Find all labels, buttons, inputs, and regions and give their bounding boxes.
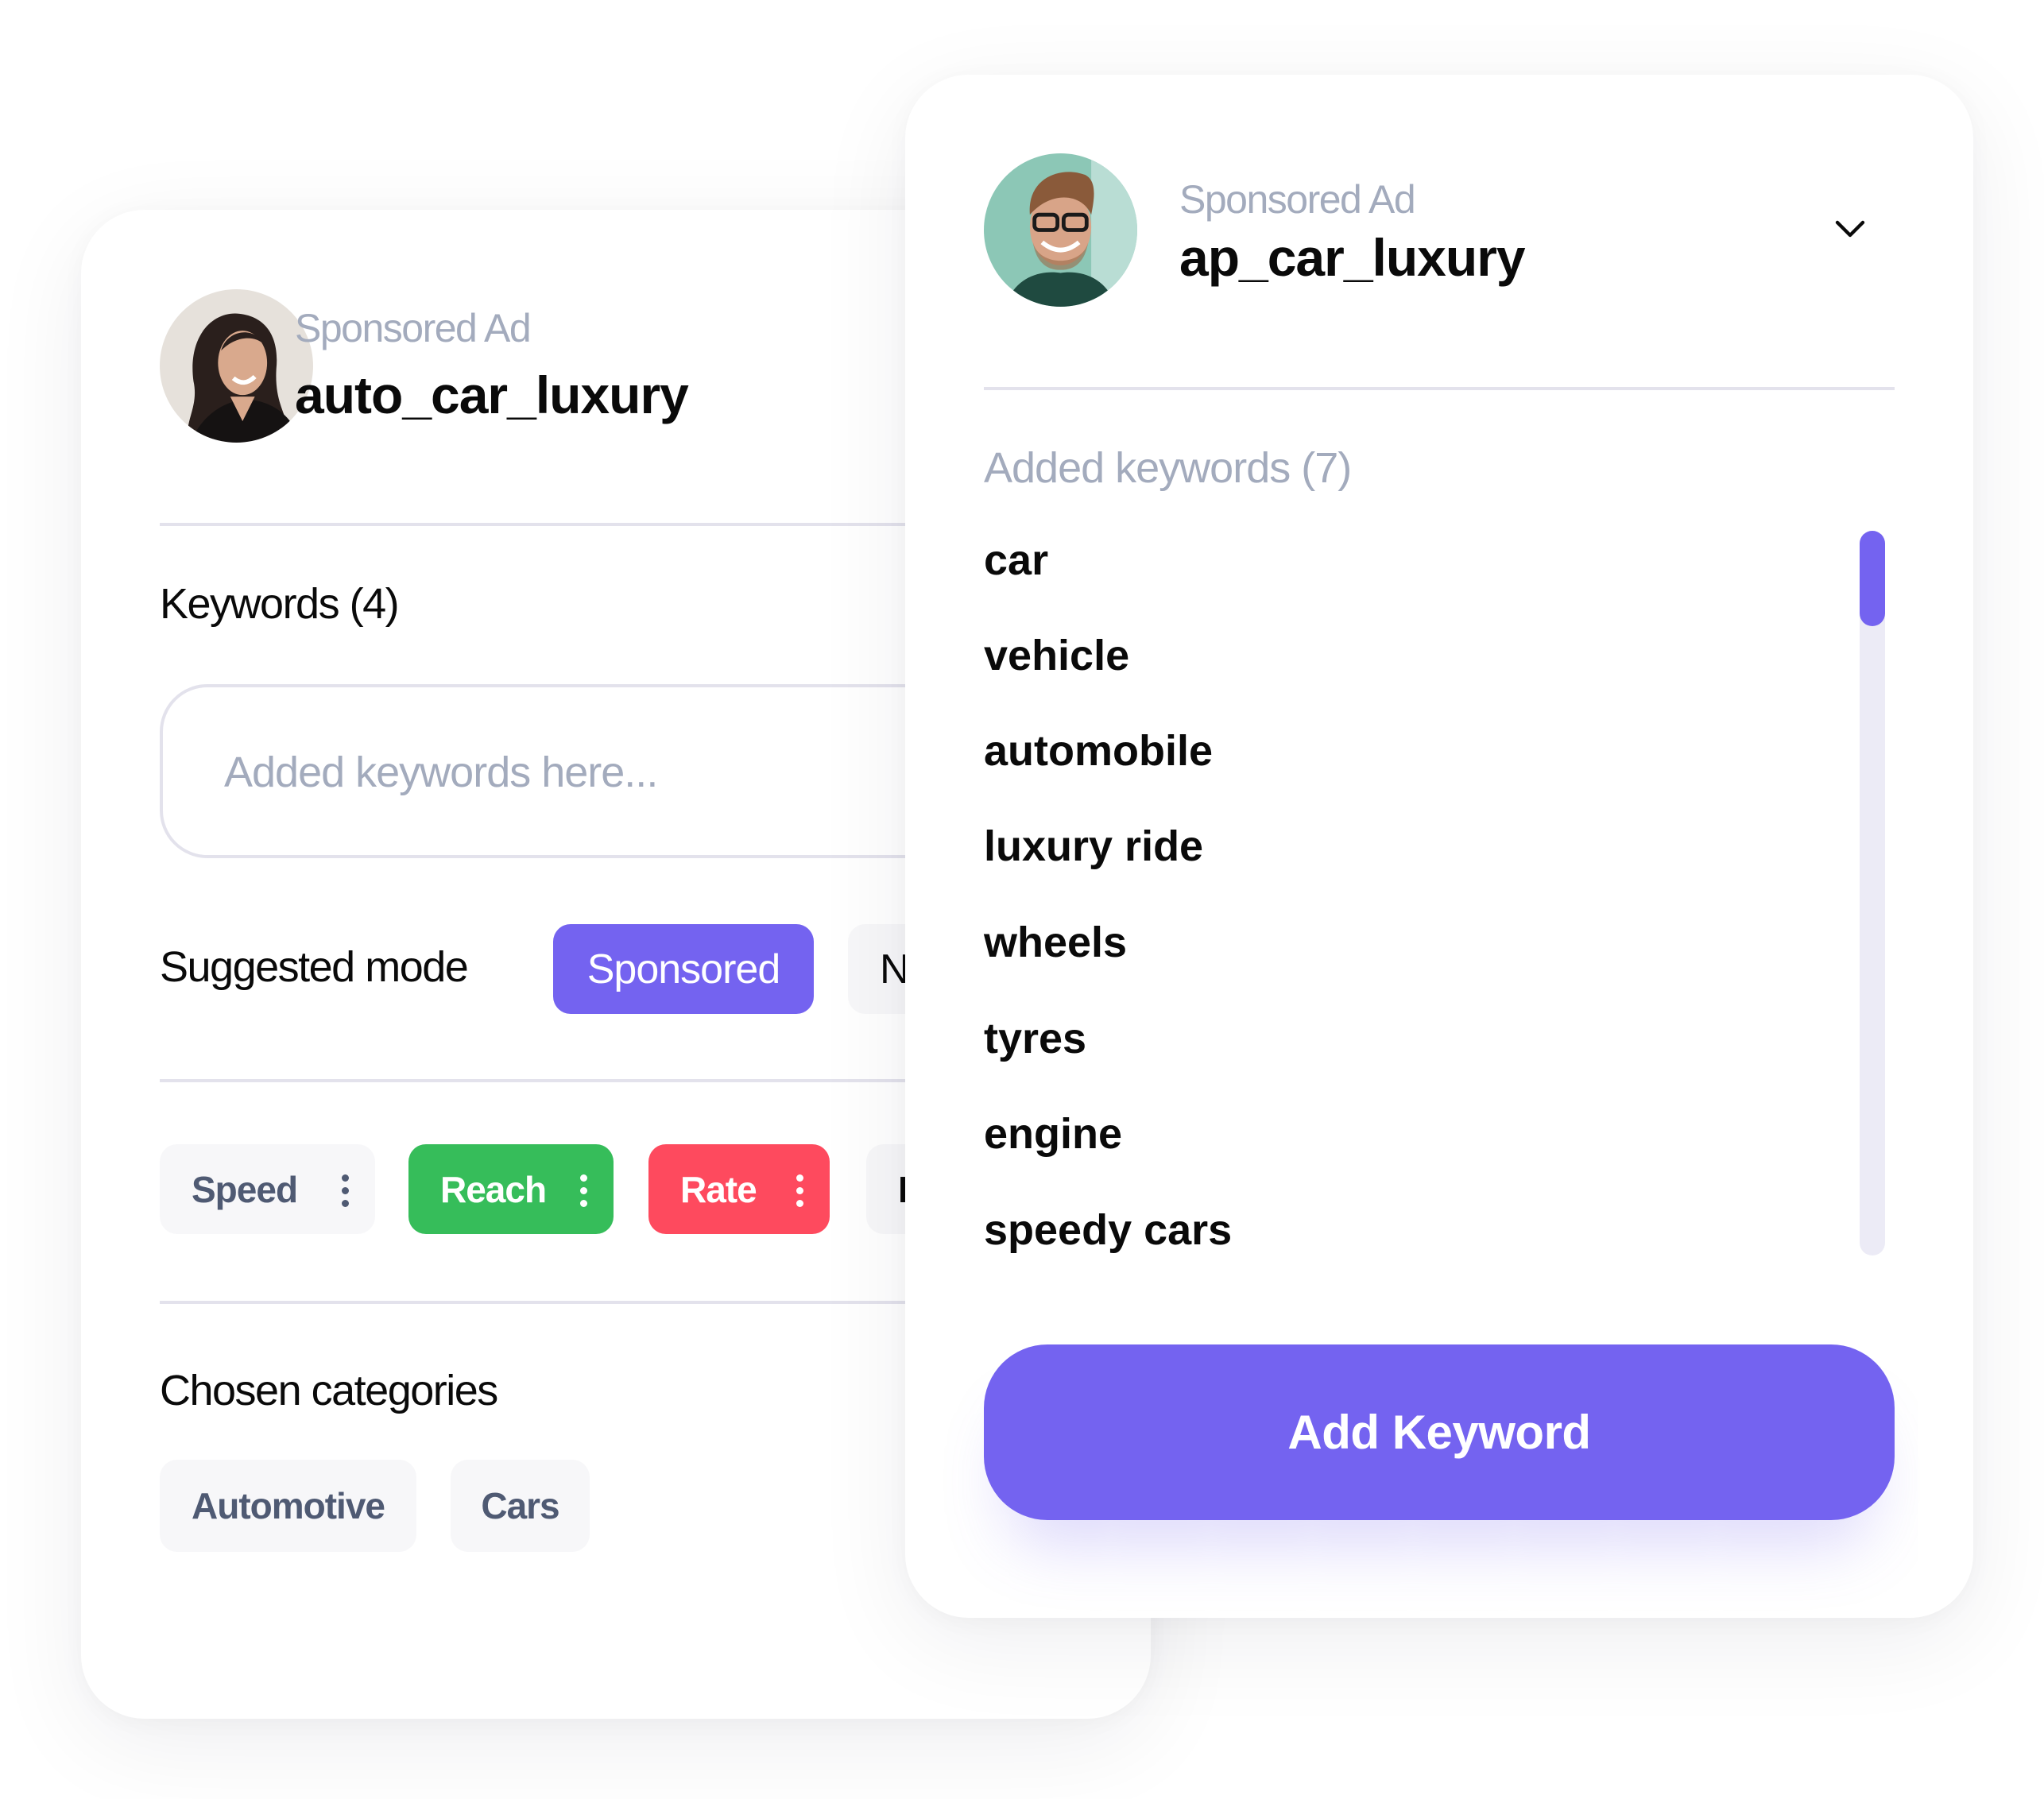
divider xyxy=(984,387,1895,390)
chip-label: Speed xyxy=(192,1168,298,1210)
metric-chip-reach[interactable]: Reach xyxy=(408,1144,614,1234)
add-keyword-button[interactable]: Add Keyword xyxy=(984,1344,1895,1520)
ad-handle: ap_car_luxury xyxy=(1179,228,1526,287)
ad-type-label: Sponsored Ad xyxy=(295,306,532,350)
metric-chip-speed[interactable]: Speed xyxy=(160,1144,375,1234)
keyword-item[interactable]: car xyxy=(984,536,1048,585)
chip-label: Reach xyxy=(440,1168,547,1210)
ad-type-label: Sponsored Ad xyxy=(1179,177,1416,222)
category-chip-cars[interactable]: Cars xyxy=(451,1460,590,1552)
avatar-man xyxy=(984,153,1137,307)
scrollbar-thumb[interactable] xyxy=(1860,531,1885,626)
woman-portrait-image xyxy=(160,289,313,443)
keyword-item[interactable]: automobile xyxy=(984,726,1213,776)
ad-card-ap-car-luxury: Sponsored Ad ap_car_luxury Added keyword… xyxy=(905,75,1973,1618)
metric-chip-rate[interactable]: Rate xyxy=(648,1144,830,1234)
keyword-item[interactable]: luxury ride xyxy=(984,822,1203,871)
avatar-woman xyxy=(160,289,313,443)
keyword-list-scrollbar[interactable] xyxy=(1860,531,1885,1255)
man-portrait-image xyxy=(984,153,1137,307)
keywords-input-placeholder: Added keywords here... xyxy=(224,749,658,796)
chosen-categories-heading: Chosen categories xyxy=(160,1367,498,1414)
more-vertical-icon[interactable] xyxy=(796,1174,804,1207)
suggested-mode-label: Suggested mode xyxy=(160,943,469,991)
category-chip-automotive[interactable]: Automotive xyxy=(160,1460,416,1552)
keyword-item[interactable]: wheels xyxy=(984,918,1127,967)
keyword-item[interactable]: tyres xyxy=(984,1014,1086,1063)
more-vertical-icon[interactable] xyxy=(580,1174,588,1207)
ad-handle: auto_car_luxury xyxy=(295,366,689,424)
keywords-heading: Keywords (4) xyxy=(160,580,400,628)
keyword-item[interactable]: vehicle xyxy=(984,631,1129,680)
mode-option-sponsored[interactable]: Sponsored xyxy=(553,924,814,1014)
more-vertical-icon[interactable] xyxy=(342,1174,350,1207)
chip-label: Rate xyxy=(680,1168,757,1210)
keyword-item[interactable]: engine xyxy=(984,1109,1122,1159)
chevron-down-icon[interactable] xyxy=(1831,210,1869,248)
added-keywords-heading: Added keywords (7) xyxy=(984,444,1352,492)
keyword-item[interactable]: speedy cars xyxy=(984,1205,1232,1255)
